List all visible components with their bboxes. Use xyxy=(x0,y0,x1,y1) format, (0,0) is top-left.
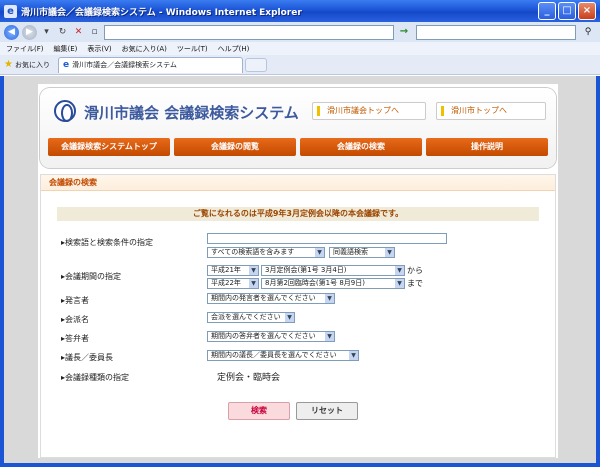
chair-label: ▸議長／委員長 xyxy=(61,353,114,362)
faction-label: ▸会派名 xyxy=(61,315,90,324)
search-button[interactable]: 検索 xyxy=(228,402,290,420)
keyword-label: ▸検索語と検索条件の指定 xyxy=(61,238,154,247)
menu-view[interactable]: 表示(V) xyxy=(87,44,111,54)
faction-select[interactable]: 会派を選んでください ▼ xyxy=(207,312,295,323)
city-logo-icon xyxy=(54,100,76,122)
stop-icon[interactable]: ✕ xyxy=(72,26,85,39)
from-session-select[interactable]: 3月定例会(第1号 3月4日) ▼ xyxy=(261,265,405,276)
forward-button[interactable]: ▶ xyxy=(22,24,37,40)
page: 滑川市議会 会議録検索システム 滑川市議会トップへ 滑川市トップへ 会議録検索シ… xyxy=(38,84,558,458)
kind-label: ▸会議録種類の指定 xyxy=(61,373,130,382)
menu-bar: ファイル(F) 編集(E) 表示(V) お気に入り(A) ツール(T) ヘルプ(… xyxy=(0,42,600,55)
favorites-label: お気に入り xyxy=(14,60,50,69)
from-suffix: から xyxy=(407,266,423,275)
close-button[interactable]: × xyxy=(578,2,596,20)
speaker-select[interactable]: 期間内の発言者を選んでください ▼ xyxy=(207,293,335,304)
search-icon[interactable]: ⚲ xyxy=(579,25,597,40)
tab-title: 滑川市議会／会議録検索システム xyxy=(72,60,177,69)
chevron-down-icon: ▼ xyxy=(249,266,258,275)
nav-search[interactable]: 会議録の検索 xyxy=(300,138,422,156)
favorites-button[interactable]: ★ お気に入り xyxy=(4,59,50,70)
from-year-select[interactable]: 平成21年 ▼ xyxy=(207,265,259,276)
chair-select[interactable]: 期間内の議長／委員長を選んでください ▼ xyxy=(207,350,359,361)
nav-system-top[interactable]: 会議録検索システムトップ xyxy=(48,138,170,156)
menu-file[interactable]: ファイル(F) xyxy=(6,44,44,54)
window-title: 滑川市議会／会議録検索システム - Windows Internet Explo… xyxy=(21,7,302,18)
chevron-down-icon: ▼ xyxy=(395,279,404,288)
chevron-down-icon: ▼ xyxy=(325,332,334,341)
reset-button[interactable]: リセット xyxy=(296,402,358,420)
ie-tab-icon: e xyxy=(62,59,70,70)
chevron-down-icon: ▼ xyxy=(325,294,334,303)
tab-bar: ★ お気に入り e 滑川市議会／会議録検索システム xyxy=(0,55,600,75)
period-label: ▸会議期間の指定 xyxy=(61,272,122,281)
chevron-down-icon: ▼ xyxy=(385,248,394,257)
maximize-button[interactable]: □ xyxy=(558,2,576,20)
back-button[interactable]: ◀ xyxy=(4,24,19,40)
to-suffix: まで xyxy=(407,279,423,288)
chevron-down-icon: ▼ xyxy=(349,351,358,360)
window-titlebar: e 滑川市議会／会議録検索システム - Windows Internet Exp… xyxy=(0,0,600,22)
to-session-select[interactable]: 8月第2回臨時会(第1号 8月9日) ▼ xyxy=(261,278,405,289)
menu-help[interactable]: ヘルプ(H) xyxy=(218,44,250,54)
star-icon: ★ xyxy=(4,59,13,70)
history-dropdown-icon[interactable]: ▾ xyxy=(40,26,53,39)
chevron-down-icon: ▼ xyxy=(315,248,324,257)
condition-select[interactable]: すべての検索語を含みます ▼ xyxy=(207,247,325,258)
to-year-select[interactable]: 平成22年 ▼ xyxy=(207,278,259,289)
council-top-link[interactable]: 滑川市議会トップへ xyxy=(312,102,426,120)
site-header: 滑川市議会 会議録検索システム 滑川市議会トップへ 滑川市トップへ 会議録検索シ… xyxy=(40,88,556,168)
site-title: 滑川市議会 会議録検索システム xyxy=(84,104,299,122)
chevron-down-icon: ▼ xyxy=(285,313,294,322)
main-nav: 会議録検索システムトップ 会議録の閲覧 会議録の検索 操作説明 xyxy=(48,138,548,156)
new-tab-button[interactable] xyxy=(244,57,267,72)
go-icon[interactable]: → xyxy=(397,25,411,39)
tab-active[interactable]: e 滑川市議会／会議録検索システム xyxy=(57,56,243,73)
page-icon: ▫ xyxy=(91,26,98,37)
refresh-icon[interactable]: ↻ xyxy=(56,26,69,39)
browser-viewport: 滑川市議会 会議録検索システム 滑川市議会トップへ 滑川市トップへ 会議録検索シ… xyxy=(0,76,600,467)
respondent-select[interactable]: 期間内の答弁者を選んでください ▼ xyxy=(207,331,335,342)
menu-favorites[interactable]: お気に入り(A) xyxy=(122,44,167,54)
url-field[interactable] xyxy=(104,24,394,40)
menu-edit[interactable]: 編集(E) xyxy=(54,44,78,54)
nav-browse[interactable]: 会議録の閲覧 xyxy=(174,138,296,156)
address-toolbar: ◀ ▶ ▾ ↻ ✕ ▫ → ⚲ xyxy=(0,22,600,42)
notice-banner: ご覧になれるのは平成9年3月定例会以降の本会議録です。 xyxy=(57,207,539,221)
nav-help[interactable]: 操作説明 xyxy=(426,138,548,156)
kind-value: 定例会・臨時会 xyxy=(217,373,281,383)
minimize-button[interactable]: _ xyxy=(538,2,556,20)
respondent-label: ▸答弁者 xyxy=(61,334,90,343)
mode-select[interactable]: 同義語検索 ▼ xyxy=(329,247,395,258)
ie-app-icon: e xyxy=(4,4,17,18)
chevron-down-icon: ▼ xyxy=(249,279,258,288)
keyword-input[interactable] xyxy=(207,233,447,244)
city-top-link[interactable]: 滑川市トップへ xyxy=(436,102,546,120)
section-title: 会議録の検索 xyxy=(41,175,555,191)
menu-tools[interactable]: ツール(T) xyxy=(177,44,208,54)
search-input[interactable] xyxy=(416,24,576,40)
speaker-label: ▸発言者 xyxy=(61,296,90,305)
chevron-down-icon: ▼ xyxy=(395,266,404,275)
